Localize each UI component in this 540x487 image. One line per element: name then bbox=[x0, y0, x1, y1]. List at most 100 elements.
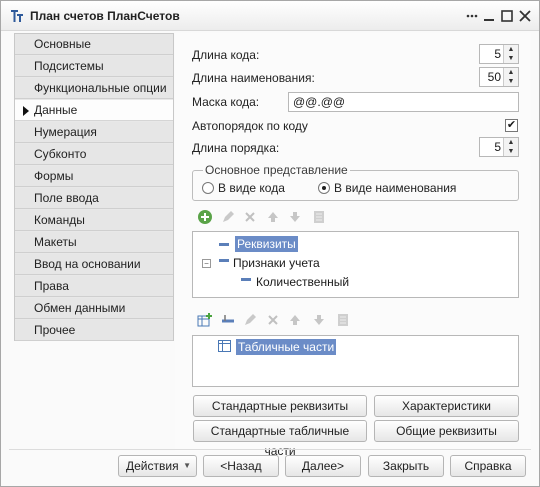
actions-label: Действия bbox=[126, 459, 179, 473]
tab-item[interactable]: Данные bbox=[15, 100, 173, 121]
move-down-icon[interactable] bbox=[286, 209, 304, 227]
tab-label: Формы bbox=[34, 169, 74, 183]
tab-item[interactable]: Функциональные опции bbox=[15, 78, 173, 99]
spin-down-icon[interactable]: ▼ bbox=[504, 147, 518, 156]
standard-tabular-parts-button[interactable]: Стандартные табличные части bbox=[193, 420, 367, 458]
list-menu-icon[interactable] bbox=[310, 209, 328, 227]
tab-item[interactable]: Подсистемы bbox=[15, 56, 173, 77]
tree-node-label: Количественный bbox=[256, 275, 350, 289]
flag-icon bbox=[241, 277, 251, 288]
next-button[interactable]: Далее> bbox=[285, 455, 361, 477]
footer-divider bbox=[9, 449, 531, 450]
close-button[interactable]: Закрыть bbox=[368, 455, 444, 477]
edit-icon[interactable] bbox=[219, 209, 237, 227]
move-up-icon[interactable] bbox=[286, 312, 304, 330]
tab-label: Функциональные опции bbox=[34, 81, 167, 95]
active-tab-arrow-icon bbox=[23, 106, 29, 116]
tab-label: Команды bbox=[34, 213, 85, 227]
tree-node-attributes[interactable]: Реквизиты bbox=[219, 236, 298, 252]
auto-order-label: Автопорядок по коду bbox=[192, 119, 308, 133]
spin-up-icon[interactable]: ▲ bbox=[504, 138, 518, 147]
attributes-tree: Реквизиты − Признаки учета Количественный bbox=[192, 231, 519, 298]
close-icon[interactable] bbox=[517, 8, 533, 24]
chevron-down-icon: ▼ bbox=[183, 461, 191, 470]
move-down-icon[interactable] bbox=[310, 312, 328, 330]
back-button[interactable]: <Назад bbox=[203, 455, 279, 477]
tab-label: Макеты bbox=[34, 235, 77, 249]
tab-label: Обмен данными bbox=[34, 301, 126, 315]
tab-item[interactable]: Ввод на основании bbox=[15, 254, 173, 275]
order-length-label: Длина порядка: bbox=[192, 141, 280, 155]
delete-icon[interactable] bbox=[241, 209, 259, 227]
maximize-icon[interactable] bbox=[499, 8, 515, 24]
data-tab-content: Длина кода: 5 ▲ ▼ Длина наименования: 50 … bbox=[175, 33, 531, 458]
window-title: План счетов ПланСчетов bbox=[30, 9, 180, 23]
tab-item[interactable]: Поле ввода bbox=[15, 188, 173, 209]
spin-up-icon[interactable]: ▲ bbox=[504, 68, 518, 77]
list-menu-icon[interactable] bbox=[334, 312, 352, 330]
code-length-field[interactable]: 5 ▲ ▼ bbox=[479, 44, 519, 64]
name-length-label: Длина наименования: bbox=[192, 71, 315, 85]
group-title: Основное представление bbox=[203, 163, 350, 177]
edit-icon[interactable] bbox=[241, 312, 259, 330]
tab-label: Основные bbox=[34, 37, 91, 51]
standard-attributes-button[interactable]: Стандартные реквизиты bbox=[193, 395, 367, 417]
order-length-value: 5 bbox=[494, 140, 501, 154]
code-length-value: 5 bbox=[494, 47, 501, 61]
collapse-icon[interactable]: − bbox=[202, 259, 211, 269]
title-bar: План счетов ПланСчетов bbox=[1, 1, 539, 31]
tree-node-label: Реквизиты bbox=[235, 236, 298, 252]
add-column-icon[interactable] bbox=[219, 312, 237, 330]
tab-label: Права bbox=[34, 279, 69, 293]
move-up-icon[interactable] bbox=[264, 209, 282, 227]
tab-item[interactable]: Макеты bbox=[15, 232, 173, 253]
tab-item[interactable]: Субконто bbox=[15, 144, 173, 165]
auto-order-checkbox[interactable]: ✔ bbox=[505, 119, 518, 132]
tab-item[interactable]: Команды bbox=[15, 210, 173, 231]
tree-node-quantitative[interactable]: Количественный bbox=[241, 275, 349, 289]
help-button[interactable]: Справка bbox=[450, 455, 526, 477]
tree-node-flags[interactable]: − Признаки учета bbox=[202, 256, 320, 270]
minimize-icon[interactable] bbox=[481, 8, 497, 24]
window: План счетов ПланСчетов Основные Подсистем… bbox=[0, 0, 540, 487]
tab-item[interactable]: Прочее bbox=[15, 320, 173, 341]
tab-item[interactable]: Формы bbox=[15, 166, 173, 187]
common-attributes-button[interactable]: Общие реквизиты bbox=[374, 420, 519, 442]
tab-item[interactable]: Обмен данными bbox=[15, 298, 173, 319]
spin-down-icon[interactable]: ▼ bbox=[504, 77, 518, 86]
tabular-parts-tree: Табличные части bbox=[192, 335, 519, 387]
flags-icon bbox=[219, 258, 229, 269]
code-mask-label: Маска кода: bbox=[192, 95, 260, 109]
radio-by-name[interactable] bbox=[318, 182, 330, 194]
spin-down-icon[interactable]: ▼ bbox=[504, 54, 518, 63]
code-length-label: Длина кода: bbox=[192, 48, 260, 62]
tab-item[interactable]: Основные bbox=[15, 34, 173, 55]
tab-item[interactable]: Нумерация bbox=[15, 122, 173, 143]
characteristics-button[interactable]: Характеристики bbox=[374, 395, 519, 417]
name-length-value: 50 bbox=[487, 70, 501, 84]
tab-label: Нумерация bbox=[34, 125, 97, 139]
tree-node-label: Табличные части bbox=[236, 339, 337, 355]
add-tabular-icon[interactable] bbox=[196, 312, 214, 330]
radio-by-code-label: В виде кода bbox=[218, 181, 285, 195]
tab-label: Подсистемы bbox=[34, 59, 104, 73]
tab-label: Прочее bbox=[34, 323, 76, 337]
delete-icon[interactable] bbox=[264, 312, 282, 330]
table-icon bbox=[218, 340, 231, 355]
radio-by-code[interactable] bbox=[202, 182, 214, 194]
tab-label: Субконто bbox=[34, 147, 87, 161]
add-icon[interactable] bbox=[196, 209, 214, 227]
tree-node-tabular-parts[interactable]: Табличные части bbox=[218, 339, 337, 355]
code-mask-input[interactable]: @@.@@ bbox=[288, 92, 519, 112]
order-length-field[interactable]: 5 ▲ ▼ bbox=[479, 137, 519, 157]
name-length-field[interactable]: 50 ▲ ▼ bbox=[479, 67, 519, 87]
main-representation-group: Основное представление В виде кода В вид… bbox=[192, 163, 519, 201]
tab-item[interactable]: Права bbox=[15, 276, 173, 297]
spin-up-icon[interactable]: ▲ bbox=[504, 45, 518, 54]
tab-label: Поле ввода bbox=[34, 191, 99, 205]
more-icon[interactable] bbox=[464, 8, 480, 24]
tab-label: Ввод на основании bbox=[34, 257, 141, 271]
tree-node-label: Признаки учета bbox=[233, 256, 320, 270]
actions-button[interactable]: Действия ▼ bbox=[118, 455, 197, 477]
tab-label: Данные bbox=[34, 103, 78, 117]
